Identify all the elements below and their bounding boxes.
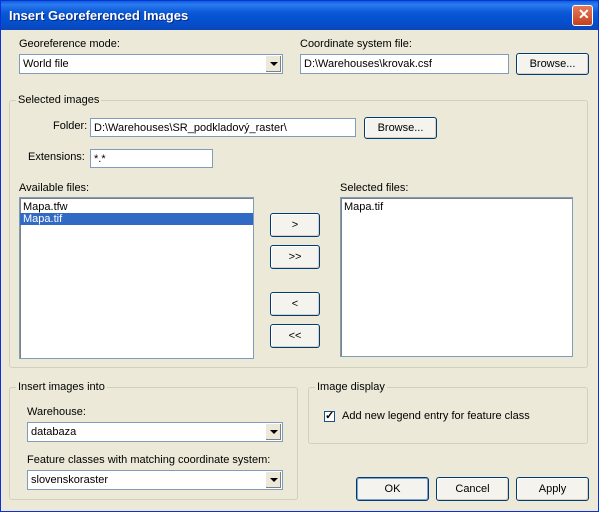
- coordinate-system-file-input[interactable]: D:\Warehouses\krovak.csf: [300, 54, 509, 74]
- add-all-files-button[interactable]: >>: [270, 245, 320, 269]
- extensions-value: *.*: [94, 153, 106, 165]
- selected-images-group-title: Selected images: [16, 94, 102, 106]
- legend-entry-checkbox[interactable]: ✓: [324, 410, 335, 422]
- image-display-group-title: Image display: [315, 381, 387, 393]
- feature-class-select[interactable]: slovenskoraster: [27, 470, 283, 490]
- remove-file-button[interactable]: <: [270, 292, 320, 316]
- apply-button[interactable]: Apply: [516, 477, 589, 501]
- chevron-down-icon[interactable]: [265, 56, 281, 72]
- chevron-down-icon[interactable]: [265, 424, 281, 440]
- warehouse-select[interactable]: databaza: [27, 422, 283, 442]
- georeference-mode-value: World file: [23, 58, 69, 70]
- close-icon: ✕: [578, 6, 590, 22]
- folder-label: Folder:: [53, 120, 88, 132]
- cancel-button[interactable]: Cancel: [436, 477, 509, 501]
- window-title: Insert Georeferenced Images: [9, 8, 189, 23]
- coordinate-system-file-label: Coordinate system file:: [300, 38, 412, 50]
- insert-georeferenced-images-dialog: Insert Georeferenced Images ✕ Georeferen…: [0, 0, 599, 512]
- feature-class-value: slovenskoraster: [31, 474, 109, 486]
- list-item-selected[interactable]: Mapa.tif: [20, 213, 253, 225]
- list-item[interactable]: Mapa.tif: [341, 201, 572, 213]
- selected-files-list[interactable]: Mapa.tif: [340, 197, 573, 357]
- chevron-down-icon[interactable]: [265, 472, 281, 488]
- feature-classes-label: Feature classes with matching coordinate…: [27, 454, 271, 466]
- folder-browse-button[interactable]: Browse...: [364, 117, 437, 139]
- available-files-label: Available files:: [19, 182, 90, 194]
- warehouse-value: databaza: [31, 426, 77, 438]
- selected-files-label: Selected files:: [340, 182, 409, 194]
- warehouse-label: Warehouse:: [27, 406, 86, 418]
- coordinate-system-file-value: D:\Warehouses\krovak.csf: [304, 58, 432, 70]
- list-item[interactable]: Mapa.tfw: [20, 201, 253, 213]
- ok-button[interactable]: OK: [356, 477, 429, 501]
- add-file-button[interactable]: >: [270, 213, 320, 237]
- extensions-label: Extensions:: [28, 151, 85, 163]
- title-bar[interactable]: Insert Georeferenced Images ✕: [1, 1, 598, 30]
- georeference-mode-label: Georeference mode:: [19, 38, 120, 50]
- georeference-mode-select[interactable]: World file: [19, 54, 283, 74]
- coordinate-system-browse-button[interactable]: Browse...: [516, 53, 589, 75]
- available-files-list[interactable]: Mapa.tfw Mapa.tif: [19, 197, 254, 359]
- extensions-input[interactable]: *.*: [90, 149, 213, 168]
- checkmark-icon: ✓: [325, 410, 335, 422]
- insert-images-into-group-title: Insert images into: [16, 381, 107, 393]
- folder-value: D:\Warehouses\SR_podkladový_raster\: [94, 122, 287, 134]
- remove-all-files-button[interactable]: <<: [270, 324, 320, 348]
- folder-input[interactable]: D:\Warehouses\SR_podkladový_raster\: [90, 118, 356, 137]
- close-button[interactable]: ✕: [572, 5, 593, 26]
- legend-entry-label[interactable]: Add new legend entry for feature class: [342, 410, 530, 422]
